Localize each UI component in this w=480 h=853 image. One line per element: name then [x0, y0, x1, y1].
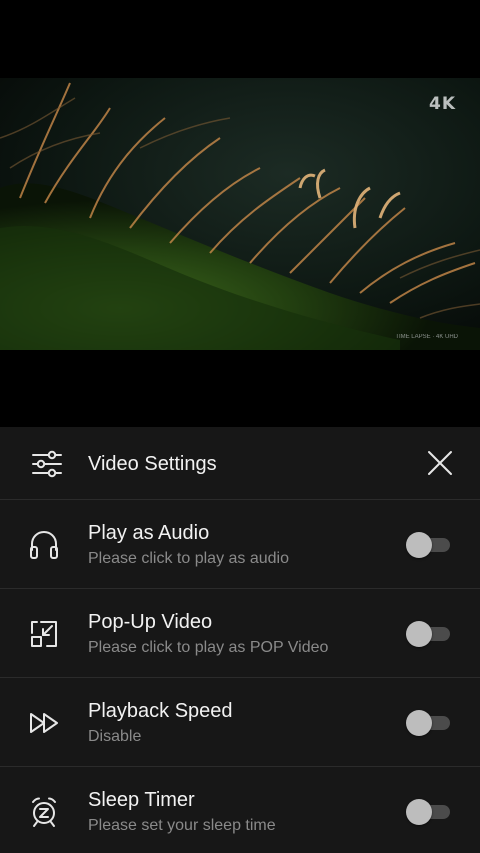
toggle-thumb: [406, 799, 432, 825]
sliders-icon: [32, 450, 62, 478]
setting-title: Play as Audio: [88, 522, 210, 544]
setting-row-sleep-timer[interactable]: Sleep Timer Please set your sleep time: [0, 767, 480, 853]
popup-icon: [31, 621, 57, 647]
sheet-header: Video Settings: [0, 427, 480, 500]
headphones-icon: [30, 531, 58, 559]
setting-title: Sleep Timer: [88, 789, 195, 811]
sheet-title: Video Settings: [88, 453, 217, 475]
fast-forward-icon: [30, 713, 58, 733]
alarm-clock-icon: [32, 797, 56, 827]
setting-subtitle: Disable: [88, 728, 142, 745]
video-credit: TIME LAPSE · 4K UHD: [395, 334, 458, 340]
setting-row-playback-speed[interactable]: Playback Speed Disable: [0, 678, 480, 767]
toggle-thumb: [406, 621, 432, 647]
4k-badge: 4K: [428, 94, 456, 114]
playback-speed-toggle[interactable]: [406, 710, 450, 736]
pop-up-video-toggle[interactable]: [406, 621, 450, 647]
setting-row-play-as-audio[interactable]: Play as Audio Please click to play as au…: [0, 500, 480, 589]
setting-subtitle: Please click to play as audio: [88, 550, 289, 567]
setting-subtitle: Please click to play as POP Video: [88, 639, 329, 656]
setting-subtitle: Please set your sleep time: [88, 817, 276, 834]
setting-row-pop-up-video[interactable]: Pop-Up Video Please click to play as POP…: [0, 589, 480, 678]
video-frame-image: [0, 78, 480, 350]
toggle-thumb: [406, 710, 432, 736]
screen: 4K TIME LAPSE · 4K UHD Video Settings Pl…: [0, 0, 480, 853]
video-settings-sheet: Video Settings Play as Audio Please clic…: [0, 427, 480, 853]
close-icon[interactable]: [426, 449, 454, 477]
setting-title: Pop-Up Video: [88, 611, 213, 633]
video-player[interactable]: 4K TIME LAPSE · 4K UHD: [0, 78, 480, 350]
setting-title: Playback Speed: [88, 700, 233, 722]
toggle-thumb: [406, 532, 432, 558]
play-as-audio-toggle[interactable]: [406, 532, 450, 558]
sleep-timer-toggle[interactable]: [406, 799, 450, 825]
